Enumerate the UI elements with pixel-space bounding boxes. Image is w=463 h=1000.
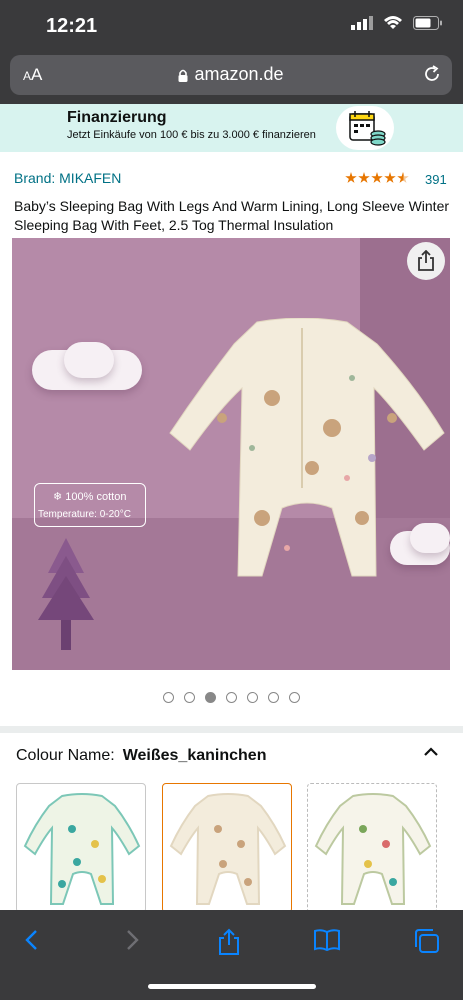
star-icon — [384, 172, 396, 183]
chevron-up-icon[interactable] — [421, 742, 441, 762]
colour-value: Weißes_kaninchen — [122, 747, 267, 764]
star-icon — [358, 172, 370, 183]
rating-stars[interactable] — [345, 172, 409, 184]
colour-swatch[interactable] — [307, 783, 437, 913]
screen: { "status_bar": { "time": "12:21" }, "br… — [0, 0, 463, 1000]
finance-banner[interactable]: Finanzierung Jetzt Einkäufe von 100 € bi… — [0, 104, 463, 152]
swatch-garment-cream — [169, 793, 287, 905]
finance-subtitle: Jetzt Einkäufe von 100 € bis zu 3.000 € … — [67, 129, 316, 141]
url-display[interactable]: amazon.de — [10, 64, 452, 85]
home-indicator — [148, 984, 316, 989]
finance-title: Finanzierung — [67, 109, 167, 126]
reload-icon[interactable] — [422, 64, 442, 84]
product-image[interactable]: ❄ 100% cotton Temperature: 0-20°C — [12, 238, 450, 670]
carousel-dot[interactable] — [289, 692, 300, 703]
colour-name-row: Colour Name: Weißes_kaninchen — [16, 747, 266, 765]
browser-chrome-top: 12:21 AA amazon.de — [0, 0, 463, 104]
cotton-label: ❄ 100% cotton — [53, 491, 127, 503]
carousel-indicator[interactable] — [163, 692, 300, 703]
swatch-garment-green — [23, 793, 141, 905]
battery-icon — [413, 16, 442, 30]
bookmarks-icon[interactable] — [313, 928, 341, 952]
address-bar[interactable]: AA amazon.de — [10, 55, 452, 95]
share-toolbar-icon[interactable] — [217, 928, 241, 956]
section-separator — [0, 726, 463, 733]
status-icons — [351, 16, 443, 30]
star-icon — [371, 172, 383, 183]
carousel-dot[interactable] — [184, 692, 195, 703]
colour-label: Colour Name: — [16, 747, 115, 764]
rating-count[interactable]: 391 — [425, 172, 447, 187]
cellular-signal-icon — [351, 16, 373, 30]
forward-icon[interactable] — [122, 928, 142, 952]
share-button[interactable] — [407, 242, 445, 280]
colour-swatch[interactable] — [16, 783, 146, 913]
half-star-icon — [397, 172, 409, 183]
cloud-left-puff — [64, 342, 114, 378]
browser-toolbar — [0, 910, 463, 1000]
carousel-dot-active[interactable] — [205, 692, 216, 703]
brand-link[interactable]: Brand: MIKAFEN — [14, 170, 121, 186]
share-icon — [418, 250, 434, 271]
calendar-coins-icon — [336, 106, 394, 150]
product-title: Baby’s Sleeping Bag With Legs And Warm L… — [14, 198, 450, 233]
status-time: 12:21 — [46, 15, 98, 37]
wifi-icon — [384, 16, 402, 29]
tree-decoration — [38, 538, 94, 650]
url-text: amazon.de — [194, 64, 284, 84]
lock-icon — [178, 69, 188, 82]
carousel-dot[interactable] — [226, 692, 237, 703]
carousel-dot[interactable] — [268, 692, 279, 703]
carousel-dot[interactable] — [163, 692, 174, 703]
sleeping-bag-garment — [169, 318, 445, 577]
swatch-garment-multicolor — [314, 793, 432, 905]
material-badge: ❄ 100% cotton Temperature: 0-20°C — [34, 483, 146, 527]
carousel-dot[interactable] — [247, 692, 258, 703]
star-icon — [345, 172, 357, 183]
colour-swatch-selected[interactable] — [162, 783, 292, 913]
temperature-label: Temperature: 0-20°C — [38, 509, 131, 520]
tabs-icon[interactable] — [413, 928, 441, 954]
back-icon[interactable] — [22, 928, 42, 952]
